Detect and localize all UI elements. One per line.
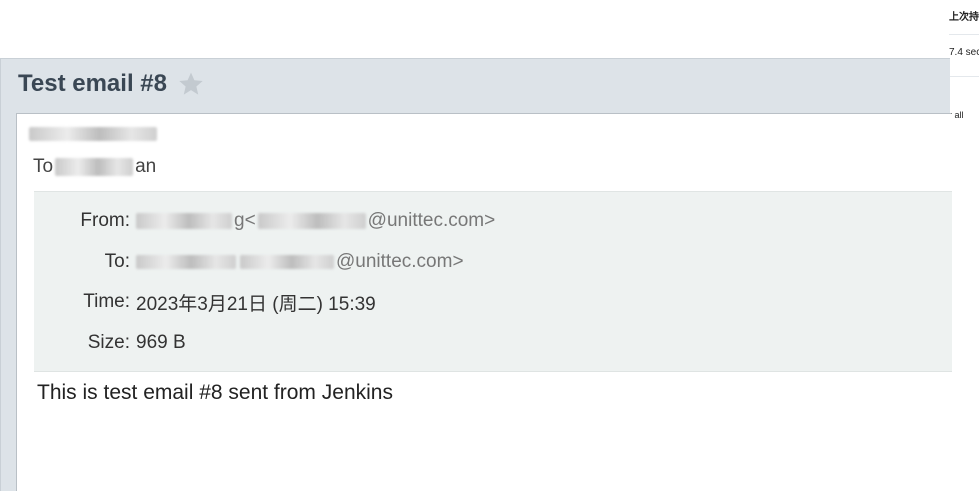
time-value: 2023年3月21日 (周二) 15:39 <box>136 293 376 315</box>
bg-divider <box>949 76 979 77</box>
from-value-mid: g< <box>234 210 256 231</box>
redacted-from-name <box>136 213 232 229</box>
redacted-sender <box>29 127 157 141</box>
redacted-from-address <box>257 213 366 229</box>
to-suffix: an <box>135 156 157 177</box>
from-value-tail[interactable]: @unittec.com> <box>368 210 496 232</box>
sender-name <box>29 124 157 144</box>
email-details: From: g< @unittec.com> To: @unittec.com>… <box>34 191 952 372</box>
to-value-tail[interactable]: @unittec.com> <box>336 251 464 273</box>
email-preview-panel: Test email #8 To an From: g< @unittec.co… <box>0 58 952 491</box>
time-row: Time: 2023年3月21日 (周二) 15:39 <box>34 289 376 315</box>
size-row: Size: 969 B <box>34 330 186 356</box>
from-row: From: g< @unittec.com> <box>34 208 495 234</box>
subject-row: Test email #8 <box>18 67 205 101</box>
redacted-to-name <box>136 255 236 269</box>
size-label: Size: <box>87 332 130 353</box>
email-subject: Test email #8 <box>18 70 167 97</box>
redacted-to-address <box>240 255 334 269</box>
bg-divider <box>949 34 979 35</box>
to-row: To: @unittec.com> <box>34 249 464 275</box>
star-icon[interactable] <box>177 70 205 98</box>
bg-cell-2: 7.4 sec <box>949 47 979 58</box>
redacted-recipient <box>55 158 134 176</box>
from-label: From: <box>80 210 130 231</box>
bg-cell-1: 上次持 <box>949 12 979 23</box>
email-body-frame: To an From: g< @unittec.com> To: @unitte… <box>16 113 952 491</box>
recipient-summary: To an <box>33 156 156 178</box>
size-value: 969 B <box>136 332 186 353</box>
background-panel: 上次持 7.4 sec r all <box>949 0 979 491</box>
to-label: To: <box>104 251 130 272</box>
email-message-body: This is test email #8 sent from Jenkins <box>37 381 393 404</box>
time-label: Time: <box>83 291 130 312</box>
bg-cell-3[interactable]: r all <box>949 110 979 120</box>
to-prefix: To <box>33 156 54 177</box>
page: 上次持 7.4 sec r all Test email #8 To an Fr… <box>0 0 979 491</box>
